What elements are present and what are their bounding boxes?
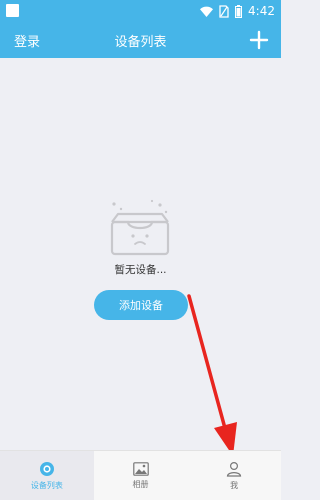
status-bar: 4:42: [0, 0, 281, 22]
tab-me[interactable]: 我: [187, 451, 281, 500]
page-title: 设备列表: [114, 35, 167, 50]
battery-icon: [235, 4, 243, 18]
plus-icon[interactable]: [245, 26, 273, 54]
tab-label: 设备列表: [30, 480, 63, 490]
add-device-button[interactable]: 添加设备: [94, 290, 188, 320]
tab-device-list[interactable]: 设备列表: [0, 451, 94, 500]
tab-label: 我: [230, 480, 239, 490]
app-bar: 登录 设备列表: [0, 22, 281, 58]
empty-box-icon: [110, 199, 170, 256]
tab-gallery[interactable]: 相册: [94, 451, 188, 500]
wifi-icon: [200, 6, 214, 17]
camera-icon: [39, 461, 54, 476]
no-sim-icon: [219, 4, 229, 18]
user-icon: [226, 461, 242, 477]
empty-state-message: 暂无设备...: [114, 264, 167, 276]
gallery-icon: [132, 461, 149, 476]
device-list-content: 暂无设备... 添加设备: [0, 58, 281, 450]
status-time: 4:42: [248, 4, 275, 18]
status-icons: 4:42: [200, 3, 275, 19]
tab-label: 相册: [132, 479, 149, 489]
notification-app-icon: [6, 4, 19, 17]
bottom-tab-bar: 设备列表 相册 我: [0, 450, 281, 500]
